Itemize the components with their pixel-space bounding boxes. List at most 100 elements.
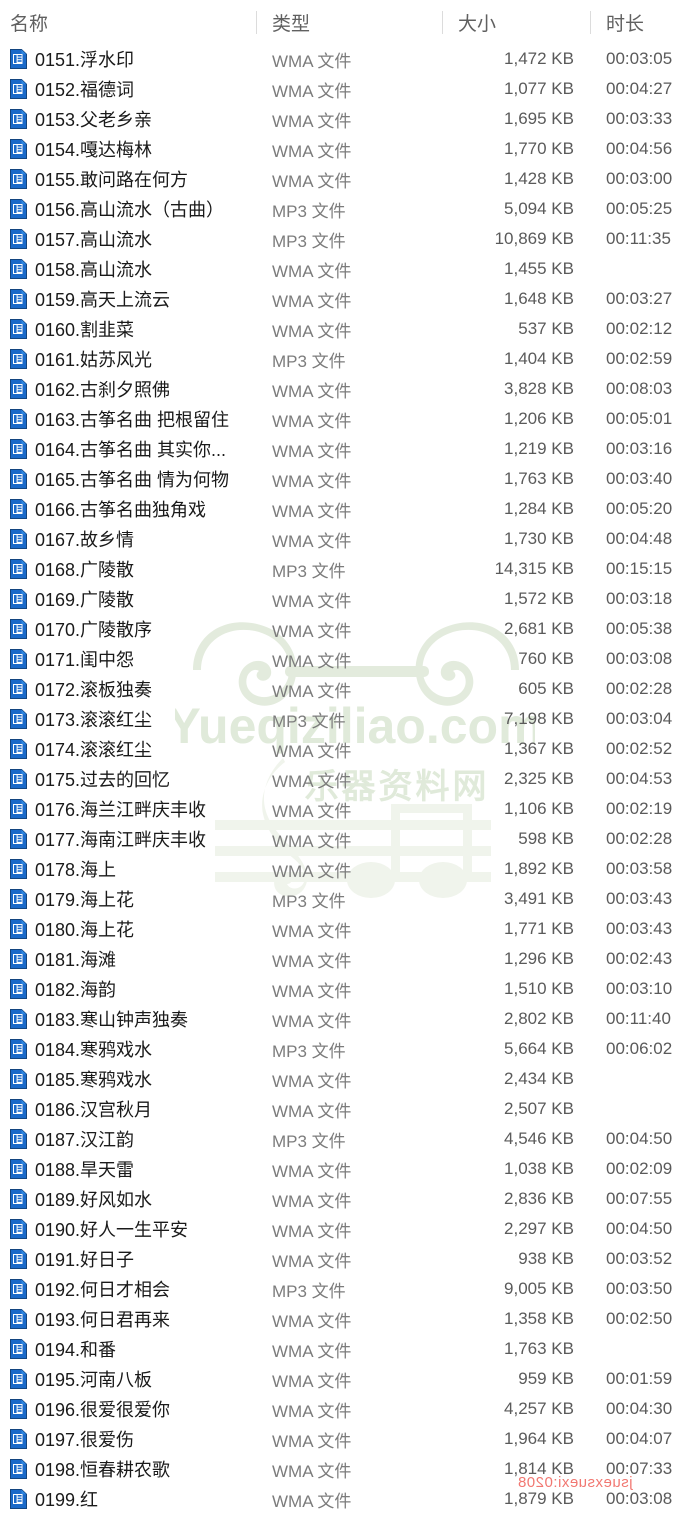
table-row[interactable]: 0167.故乡情 WMA 文件 1,730 KB 00:04:48: [0, 524, 700, 554]
column-header-size[interactable]: 大小: [442, 9, 590, 36]
file-name-cell[interactable]: 0159.高天上流云: [0, 286, 256, 312]
file-name-cell[interactable]: 0166.古筝名曲独角戏: [0, 496, 256, 522]
file-name-cell[interactable]: 0186.汉宫秋月: [0, 1096, 256, 1122]
table-row[interactable]: 0187.汉江韵 MP3 文件 4,546 KB 00:04:50: [0, 1124, 700, 1154]
file-name-cell[interactable]: 0157.高山流水: [0, 226, 256, 252]
table-row[interactable]: 0193.何日君再来 WMA 文件 1,358 KB 00:02:50: [0, 1304, 700, 1334]
table-row[interactable]: 0180.海上花 WMA 文件 1,771 KB 00:03:43: [0, 914, 700, 944]
file-name-cell[interactable]: 0171.闺中怨: [0, 646, 256, 672]
file-name-cell[interactable]: 0189.好风如水: [0, 1186, 256, 1212]
table-row[interactable]: 0195.河南八板 WMA 文件 959 KB 00:01:59: [0, 1364, 700, 1394]
table-row[interactable]: 0182.海韵 WMA 文件 1,510 KB 00:03:10: [0, 974, 700, 1004]
table-row[interactable]: 0178.海上 WMA 文件 1,892 KB 00:03:58: [0, 854, 700, 884]
table-row[interactable]: 0172.滚板独奏 WMA 文件 605 KB 00:02:28: [0, 674, 700, 704]
table-row[interactable]: 0164.古筝名曲 其实你... WMA 文件 1,219 KB 00:03:16: [0, 434, 700, 464]
table-row[interactable]: 0181.海滩 WMA 文件 1,296 KB 00:02:43: [0, 944, 700, 974]
file-name-cell[interactable]: 0165.古筝名曲 情为何物: [0, 466, 256, 492]
table-row[interactable]: 0191.好日子 WMA 文件 938 KB 00:03:52: [0, 1244, 700, 1274]
table-row[interactable]: 0190.好人一生平安 WMA 文件 2,297 KB 00:04:50: [0, 1214, 700, 1244]
file-name-cell[interactable]: 0191.好日子: [0, 1246, 256, 1272]
file-name-cell[interactable]: 0187.汉江韵: [0, 1126, 256, 1152]
table-row[interactable]: 0161.姑苏风光 MP3 文件 1,404 KB 00:02:59: [0, 344, 700, 374]
file-name-cell[interactable]: 0153.父老乡亲: [0, 106, 256, 132]
table-row[interactable]: 0160.割韭菜 WMA 文件 537 KB 00:02:12: [0, 314, 700, 344]
file-name-cell[interactable]: 0164.古筝名曲 其实你...: [0, 436, 256, 462]
table-row[interactable]: 0155.敢问路在何方 WMA 文件 1,428 KB 00:03:00: [0, 164, 700, 194]
file-name-cell[interactable]: 0173.滚滚红尘: [0, 706, 256, 732]
file-name-cell[interactable]: 0170.广陵散序: [0, 616, 256, 642]
table-row[interactable]: 0194.和番 WMA 文件 1,763 KB: [0, 1334, 700, 1364]
file-name-cell[interactable]: 0154.嘎达梅林: [0, 136, 256, 162]
file-name-cell[interactable]: 0176.海兰江畔庆丰收: [0, 796, 256, 822]
file-name-cell[interactable]: 0158.高山流水: [0, 256, 256, 282]
file-name-cell[interactable]: 0194.和番: [0, 1336, 256, 1362]
table-row[interactable]: 0197.很爱伤 WMA 文件 1,964 KB 00:04:07: [0, 1424, 700, 1454]
file-name-cell[interactable]: 0168.广陵散: [0, 556, 256, 582]
table-row[interactable]: 0158.高山流水 WMA 文件 1,455 KB: [0, 254, 700, 284]
table-row[interactable]: 0157.高山流水 MP3 文件 10,869 KB 00:11:35: [0, 224, 700, 254]
file-name-cell[interactable]: 0184.寒鸦戏水: [0, 1036, 256, 1062]
file-name-cell[interactable]: 0155.敢问路在何方: [0, 166, 256, 192]
table-row[interactable]: 0174.滚滚红尘 WMA 文件 1,367 KB 00:02:52: [0, 734, 700, 764]
table-row[interactable]: 0198.恒春耕农歌 WMA 文件 1,814 KB 00:07:33: [0, 1454, 700, 1484]
file-name-cell[interactable]: 0177.海南江畔庆丰收: [0, 826, 256, 852]
file-name-cell[interactable]: 0180.海上花: [0, 916, 256, 942]
table-row[interactable]: 0185.寒鸦戏水 WMA 文件 2,434 KB: [0, 1064, 700, 1094]
table-row[interactable]: 0152.福德词 WMA 文件 1,077 KB 00:04:27: [0, 74, 700, 104]
file-name-cell[interactable]: 0174.滚滚红尘: [0, 736, 256, 762]
table-row[interactable]: 0188.旱天雷 WMA 文件 1,038 KB 00:02:09: [0, 1154, 700, 1184]
column-header-type[interactable]: 类型: [256, 9, 442, 36]
table-row[interactable]: 0169.广陵散 WMA 文件 1,572 KB 00:03:18: [0, 584, 700, 614]
file-name-cell[interactable]: 0195.河南八板: [0, 1366, 256, 1392]
table-row[interactable]: 0156.高山流水（古曲） MP3 文件 5,094 KB 00:05:25: [0, 194, 700, 224]
file-name-cell[interactable]: 0175.过去的回忆: [0, 766, 256, 792]
table-row[interactable]: 0171.闺中怨 WMA 文件 760 KB 00:03:08: [0, 644, 700, 674]
file-name-cell[interactable]: 0192.何日才相会: [0, 1276, 256, 1302]
table-row[interactable]: 0183.寒山钟声独奏 WMA 文件 2,802 KB 00:11:40: [0, 1004, 700, 1034]
file-name-cell[interactable]: 0178.海上: [0, 856, 256, 882]
file-name-cell[interactable]: 0163.古筝名曲 把根留住: [0, 406, 256, 432]
table-row[interactable]: 0154.嘎达梅林 WMA 文件 1,770 KB 00:04:56: [0, 134, 700, 164]
file-name-cell[interactable]: 0162.古刹夕照佛: [0, 376, 256, 402]
table-row[interactable]: 0170.广陵散序 WMA 文件 2,681 KB 00:05:38: [0, 614, 700, 644]
file-name-cell[interactable]: 0199.红: [0, 1486, 256, 1512]
table-row[interactable]: 0153.父老乡亲 WMA 文件 1,695 KB 00:03:33: [0, 104, 700, 134]
file-name-cell[interactable]: 0167.故乡情: [0, 526, 256, 552]
file-name-cell[interactable]: 0161.姑苏风光: [0, 346, 256, 372]
table-row[interactable]: 0199.红 WMA 文件 1,879 KB 00:03:08: [0, 1484, 700, 1514]
file-name-cell[interactable]: 0179.海上花: [0, 886, 256, 912]
table-row[interactable]: 0176.海兰江畔庆丰收 WMA 文件 1,106 KB 00:02:19: [0, 794, 700, 824]
table-row[interactable]: 0175.过去的回忆 WMA 文件 2,325 KB 00:04:53: [0, 764, 700, 794]
table-row[interactable]: 0166.古筝名曲独角戏 WMA 文件 1,284 KB 00:05:20: [0, 494, 700, 524]
table-row[interactable]: 0196.很爱很爱你 WMA 文件 4,257 KB 00:04:30: [0, 1394, 700, 1424]
file-name-cell[interactable]: 0160.割韭菜: [0, 316, 256, 342]
table-row[interactable]: 0168.广陵散 MP3 文件 14,315 KB 00:15:15: [0, 554, 700, 584]
file-name-cell[interactable]: 0193.何日君再来: [0, 1306, 256, 1332]
file-name-cell[interactable]: 0196.很爱很爱你: [0, 1396, 256, 1422]
file-name-cell[interactable]: 0172.滚板独奏: [0, 676, 256, 702]
table-row[interactable]: 0162.古刹夕照佛 WMA 文件 3,828 KB 00:08:03: [0, 374, 700, 404]
table-row[interactable]: 0177.海南江畔庆丰收 WMA 文件 598 KB 00:02:28: [0, 824, 700, 854]
table-row[interactable]: 0163.古筝名曲 把根留住 WMA 文件 1,206 KB 00:05:01: [0, 404, 700, 434]
file-name-cell[interactable]: 0190.好人一生平安: [0, 1216, 256, 1242]
file-name-cell[interactable]: 0185.寒鸦戏水: [0, 1066, 256, 1092]
file-name-cell[interactable]: 0198.恒春耕农歌: [0, 1456, 256, 1482]
file-name-cell[interactable]: 0169.广陵散: [0, 586, 256, 612]
column-header-name[interactable]: 名称: [0, 9, 256, 36]
table-row[interactable]: 0192.何日才相会 MP3 文件 9,005 KB 00:03:50: [0, 1274, 700, 1304]
table-row[interactable]: 0179.海上花 MP3 文件 3,491 KB 00:03:43: [0, 884, 700, 914]
table-row[interactable]: 0189.好风如水 WMA 文件 2,836 KB 00:07:55: [0, 1184, 700, 1214]
file-name-cell[interactable]: 0151.浮水印: [0, 46, 256, 72]
file-name-cell[interactable]: 0182.海韵: [0, 976, 256, 1002]
table-row[interactable]: 0184.寒鸦戏水 MP3 文件 5,664 KB 00:06:02: [0, 1034, 700, 1064]
file-name-cell[interactable]: 0156.高山流水（古曲）: [0, 196, 256, 222]
file-name-cell[interactable]: 0152.福德词: [0, 76, 256, 102]
table-row[interactable]: 0159.高天上流云 WMA 文件 1,648 KB 00:03:27: [0, 284, 700, 314]
file-name-cell[interactable]: 0183.寒山钟声独奏: [0, 1006, 256, 1032]
file-name-cell[interactable]: 0181.海滩: [0, 946, 256, 972]
table-row[interactable]: 0173.滚滚红尘 MP3 文件 7,198 KB 00:03:04: [0, 704, 700, 734]
table-row[interactable]: 0151.浮水印 WMA 文件 1,472 KB 00:03:05: [0, 44, 700, 74]
file-name-cell[interactable]: 0197.很爱伤: [0, 1426, 256, 1452]
table-row[interactable]: 0186.汉宫秋月 WMA 文件 2,507 KB: [0, 1094, 700, 1124]
table-row[interactable]: 0165.古筝名曲 情为何物 WMA 文件 1,763 KB 00:03:40: [0, 464, 700, 494]
